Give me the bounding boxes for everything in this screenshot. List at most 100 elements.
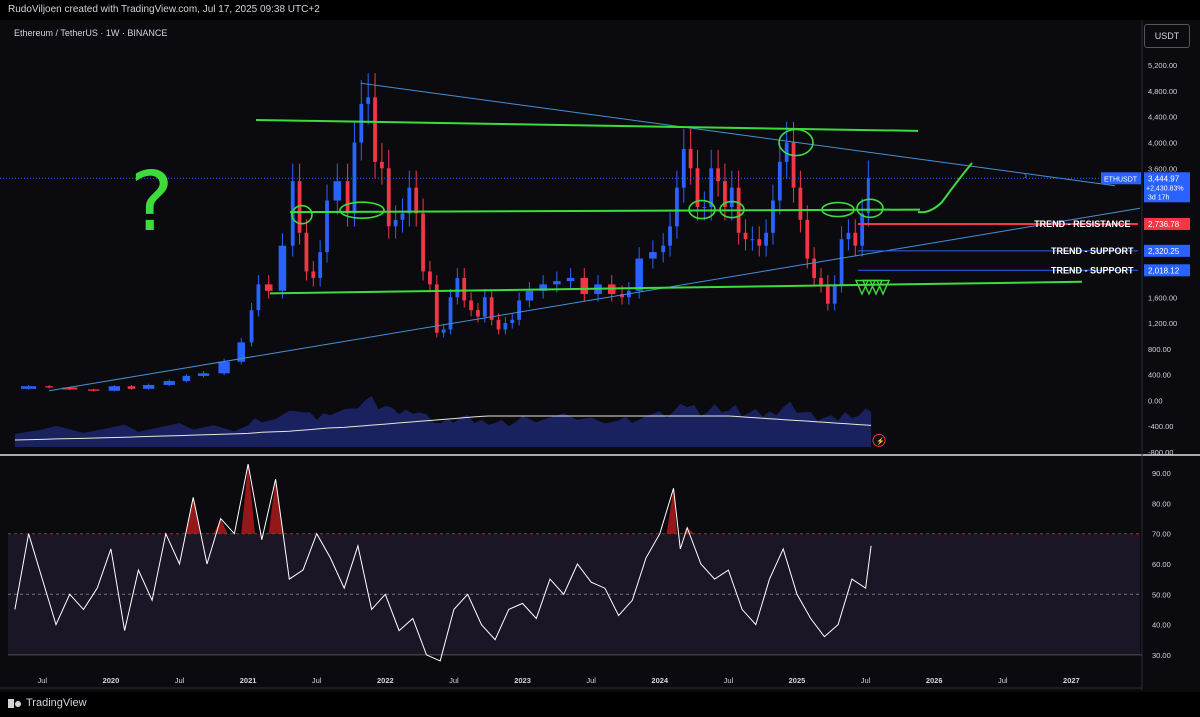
candle-body <box>860 213 865 246</box>
price-axis-tick: 3,600.00 <box>1148 164 1177 173</box>
time-axis-tick: Jul <box>175 676 185 685</box>
last-price-label: 3,444.97 <box>1148 174 1180 183</box>
candle-body <box>866 178 870 214</box>
candle-body <box>496 319 501 330</box>
tradingview-brand-label: TradingView <box>26 697 87 709</box>
candle-body <box>218 361 230 374</box>
candle-body <box>853 232 858 246</box>
time-axis-tick: Jul <box>312 676 322 685</box>
tradingview-logo: TradingView <box>8 697 87 709</box>
candle-body <box>846 232 851 240</box>
candle-body <box>359 103 364 143</box>
candle-body <box>393 219 398 227</box>
candle-body <box>635 258 643 291</box>
bottom-bar <box>0 692 1200 717</box>
candle-body <box>428 271 432 285</box>
time-axis-tick: 2020 <box>103 676 120 685</box>
price-axis-tick: 4,000.00 <box>1148 139 1177 148</box>
rsi-axis-tick: 40.00 <box>1152 621 1171 630</box>
price-axis-tick: -800.00 <box>1148 448 1173 457</box>
rsi-axis-tick: 60.00 <box>1152 560 1171 569</box>
candle-body <box>441 329 446 333</box>
candle-body <box>702 206 707 208</box>
symbol-tag-label: ETHUSDT <box>1104 176 1138 183</box>
level-name-label: TREND - SUPPORT <box>1051 265 1134 275</box>
candle-body <box>256 284 261 311</box>
chart-frame: RudoViljoen created with TradingView.com… <box>0 0 1200 717</box>
price-axis-tick: 400.00 <box>1148 371 1171 380</box>
rsi-axis-tick: 50.00 <box>1152 590 1171 599</box>
candle-body <box>304 232 309 272</box>
candle-body <box>142 384 155 389</box>
candle-body <box>675 187 679 227</box>
candle-body <box>21 386 37 389</box>
level-name-label: TREND - RESISTANCE <box>1034 219 1130 229</box>
candle-body <box>825 284 830 304</box>
candle-body <box>476 310 480 317</box>
candle-body <box>278 245 287 291</box>
level-price-label: 2,320.25 <box>1148 247 1180 256</box>
candle-body <box>819 277 823 285</box>
time-axis-tick: Jul <box>998 676 1008 685</box>
price-change-label: +2,430.83% <box>1146 185 1184 192</box>
candle-body <box>661 245 666 253</box>
time-axis-tick: 2025 <box>789 676 806 685</box>
time-axis-tick: Jul <box>861 676 871 685</box>
price-axis-tick: 5,200.00 <box>1148 61 1177 70</box>
candle-body <box>380 161 384 169</box>
candle-body <box>407 187 412 214</box>
price-axis-tick: 0.00 <box>1148 396 1163 405</box>
candle-body <box>832 284 837 304</box>
candle-body <box>743 232 748 240</box>
candle-body <box>716 168 720 182</box>
candle-body <box>688 148 693 169</box>
rsi-axis-tick: 70.00 <box>1152 530 1171 539</box>
candle-body <box>345 181 350 214</box>
time-axis-tick: 2022 <box>377 676 394 685</box>
candle-body <box>182 375 191 382</box>
candle-body <box>517 300 522 320</box>
candle-body <box>400 213 405 220</box>
candle-body <box>197 373 210 376</box>
price-axis-tick: 1,600.00 <box>1148 293 1177 302</box>
currency-button[interactable]: USDT <box>1144 24 1190 48</box>
candle-body <box>503 323 508 330</box>
time-axis-tick: 2023 <box>514 676 531 685</box>
candle-body <box>750 239 755 241</box>
candle-body <box>366 97 371 104</box>
candle-body <box>469 300 473 311</box>
candle-body <box>709 168 714 207</box>
candle-body <box>373 97 377 162</box>
candle-body <box>448 297 453 330</box>
time-axis-tick: Jul <box>449 676 459 685</box>
candle-body <box>264 284 273 291</box>
symbol-title: Ethereum / TetherUS · 1W · BINANCE <box>14 28 168 38</box>
candle-body <box>88 389 100 391</box>
time-axis-tick: 2026 <box>926 676 943 685</box>
candle-body <box>798 187 803 220</box>
candle-body <box>812 258 817 278</box>
rsi-axis-tick: 30.00 <box>1152 651 1171 660</box>
candle-body <box>163 381 175 385</box>
candle-body <box>566 277 575 282</box>
candle-body <box>421 213 425 272</box>
candle-body <box>386 168 391 227</box>
level-name-label: TREND - SUPPORT <box>1051 246 1134 256</box>
chart-canvas[interactable]: ›? TREND - RESISTANCE 2,736.78 TREND - SUPP… <box>0 0 1200 717</box>
time-axis-tick: Jul <box>724 676 734 685</box>
candle-body <box>668 226 672 246</box>
candle-body <box>311 271 316 278</box>
price-axis-tick: 1,200.00 <box>1148 319 1177 328</box>
candle-body <box>805 219 810 259</box>
candle-body <box>325 200 329 253</box>
level-price-label: 2,018.12 <box>1148 266 1180 275</box>
candle-body <box>580 277 589 295</box>
candle-body <box>455 277 460 298</box>
candle-body <box>510 319 515 324</box>
tradingview-logo-icon <box>8 698 22 708</box>
candle-body <box>791 142 796 188</box>
level-price-label: 2,736.78 <box>1148 220 1180 229</box>
alert-glyph-icon: ⚡ <box>876 436 885 445</box>
candle-body <box>249 310 254 343</box>
candle-body <box>127 386 136 389</box>
